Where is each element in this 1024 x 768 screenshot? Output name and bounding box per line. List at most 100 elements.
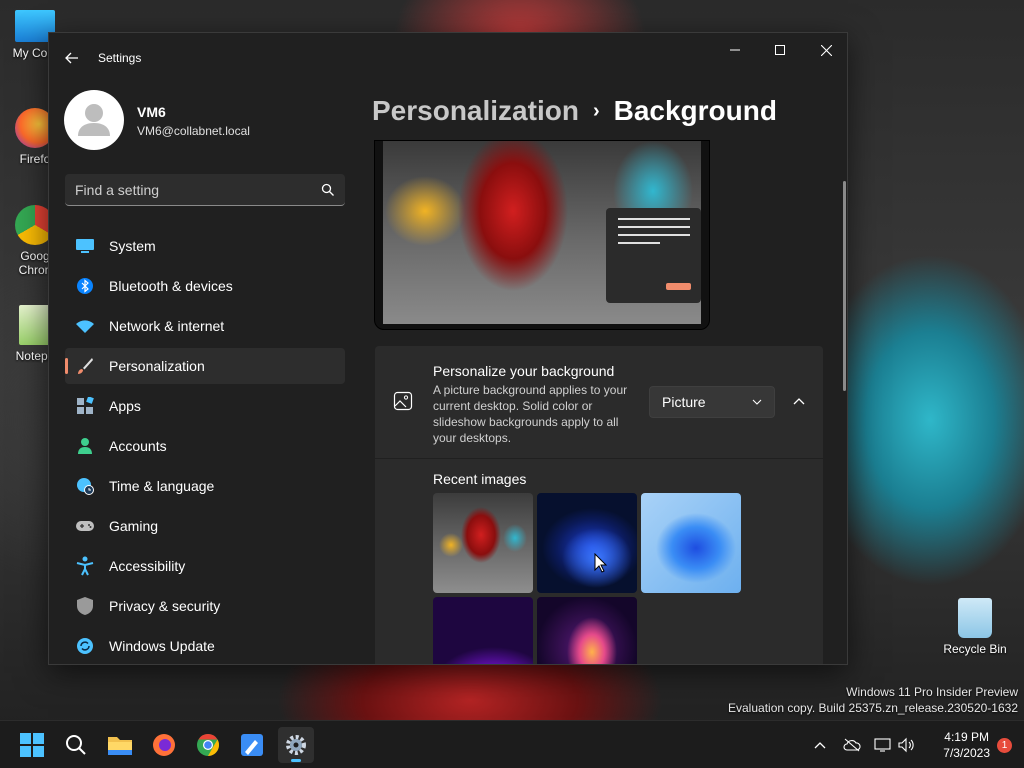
paint-icon bbox=[241, 734, 263, 756]
tray-overflow-button[interactable] bbox=[808, 721, 832, 768]
desktop-icon-recycle-bin[interactable]: Recycle Bin bbox=[940, 598, 1010, 656]
page-title: Background bbox=[613, 95, 777, 126]
bluetooth-icon bbox=[75, 276, 95, 296]
sidebar-item-time-language[interactable]: Time & language bbox=[65, 468, 345, 504]
sidebar-item-privacy-security[interactable]: Privacy & security bbox=[65, 588, 345, 624]
blue-bloom-light-image[interactable] bbox=[641, 493, 741, 593]
clock-time: 4:19 PM bbox=[944, 730, 989, 744]
breadcrumb-parent[interactable]: Personalization bbox=[372, 95, 579, 127]
taskbar-firefox[interactable] bbox=[146, 727, 182, 763]
sidebar-item-label: Apps bbox=[109, 398, 141, 414]
sidebar-item-label: Privacy & security bbox=[109, 598, 221, 614]
title-bar[interactable]: Settings bbox=[49, 33, 847, 81]
avatar bbox=[64, 90, 124, 150]
collapse-button[interactable] bbox=[787, 389, 811, 413]
chevron-down-icon bbox=[752, 399, 762, 405]
minimize-icon bbox=[730, 49, 740, 51]
blue-bloom-dark-image[interactable] bbox=[537, 493, 637, 593]
background-type-dropdown[interactable]: Picture bbox=[649, 386, 775, 418]
taskbar-search-button[interactable] bbox=[58, 727, 94, 763]
sidebar-item-label: Accounts bbox=[109, 438, 167, 454]
file-explorer-icon bbox=[108, 737, 132, 755]
recent-images-label: Recent images bbox=[433, 471, 527, 487]
watermark-line-1: Windows 11 Pro Insider Preview bbox=[846, 685, 1018, 699]
user-name: VM6 bbox=[137, 104, 166, 120]
sidebar-item-label: Personalization bbox=[109, 358, 205, 374]
accounts-icon bbox=[75, 436, 95, 456]
clock[interactable]: 4:19 PM 7/3/2023 bbox=[943, 729, 990, 761]
sidebar-item-windows-update[interactable]: Windows Update bbox=[65, 628, 345, 664]
accessibility-icon bbox=[75, 556, 95, 576]
sidebar-item-gaming[interactable]: Gaming bbox=[65, 508, 345, 544]
sidebar-item-system[interactable]: System bbox=[65, 228, 345, 264]
sidebar-item-label: Network & internet bbox=[109, 318, 225, 334]
taskbar-paint[interactable] bbox=[234, 727, 270, 763]
purple-gradient-image[interactable] bbox=[433, 597, 533, 664]
sidebar-nav: System Bluetooth & devices Network & int… bbox=[65, 228, 345, 664]
search-box[interactable] bbox=[65, 174, 345, 206]
close-icon bbox=[820, 44, 832, 56]
tray-volume[interactable] bbox=[896, 721, 918, 768]
sidebar-item-accessibility[interactable]: Accessibility bbox=[65, 548, 345, 584]
chevron-right-icon: › bbox=[592, 99, 600, 122]
notification-badge[interactable]: 1 bbox=[997, 738, 1012, 753]
network-icon bbox=[874, 738, 891, 752]
sidebar-item-accounts[interactable]: Accounts bbox=[65, 428, 345, 464]
brush-icon bbox=[75, 356, 95, 376]
app-title: Settings bbox=[98, 51, 142, 65]
chevron-up-icon bbox=[814, 741, 826, 748]
colorful-flower-image[interactable] bbox=[537, 597, 637, 664]
chevron-up-icon bbox=[793, 397, 805, 404]
tray-cloud-offline[interactable] bbox=[840, 721, 864, 768]
system-monitor-icon bbox=[75, 236, 95, 256]
taskbar-settings[interactable] bbox=[278, 727, 314, 763]
taskbar: 4:19 PM 7/3/2023 1 bbox=[0, 720, 1024, 768]
volume-icon bbox=[898, 737, 914, 753]
image-icon bbox=[393, 391, 413, 411]
user-profile[interactable]: VM6 VM6@collabnet.local bbox=[64, 90, 364, 152]
update-icon bbox=[75, 636, 95, 656]
taskbar-file-explorer[interactable] bbox=[102, 727, 138, 763]
back-button[interactable] bbox=[59, 45, 85, 71]
card-description: A picture background applies to your cur… bbox=[433, 383, 628, 445]
scrollbar[interactable] bbox=[843, 181, 846, 391]
sidebar-item-network[interactable]: Network & internet bbox=[65, 308, 345, 344]
search-icon bbox=[321, 183, 334, 196]
wifi-icon bbox=[75, 316, 95, 336]
sidebar-item-personalization[interactable]: Personalization bbox=[65, 348, 345, 384]
preview-window-mock bbox=[606, 208, 701, 303]
settings-window: Settings VM6 VM6@collabnet.local System bbox=[48, 32, 848, 665]
tray-network[interactable] bbox=[872, 721, 894, 768]
firefox-icon bbox=[153, 734, 175, 756]
taskbar-chrome[interactable] bbox=[190, 727, 226, 763]
user-email: VM6@collabnet.local bbox=[137, 124, 250, 138]
settings-icon bbox=[286, 735, 306, 755]
person-icon bbox=[78, 104, 110, 136]
personalize-background-card[interactable]: Personalize your background A picture ba… bbox=[375, 346, 823, 458]
search-input[interactable] bbox=[75, 181, 321, 198]
maximize-icon bbox=[775, 45, 785, 55]
sidebar-item-apps[interactable]: Apps bbox=[65, 388, 345, 424]
notepad-icon bbox=[19, 305, 51, 345]
gamepad-icon bbox=[75, 516, 95, 536]
chrome-icon bbox=[197, 734, 219, 756]
sidebar-item-label: Gaming bbox=[109, 518, 159, 534]
clock-date: 7/3/2023 bbox=[943, 746, 990, 760]
evaluation-watermark: Windows 11 Pro Insider Preview Evaluatio… bbox=[728, 684, 1018, 716]
start-icon bbox=[20, 733, 44, 757]
recycle-bin-icon bbox=[958, 598, 992, 638]
back-arrow-icon bbox=[65, 52, 78, 64]
card-title: Personalize your background bbox=[433, 363, 615, 379]
sidebar-item-label: Bluetooth & devices bbox=[109, 278, 233, 294]
cloud-offline-icon bbox=[843, 738, 861, 752]
sidebar-item-bluetooth[interactable]: Bluetooth & devices bbox=[65, 268, 345, 304]
start-button[interactable] bbox=[14, 727, 50, 763]
minimize-button[interactable] bbox=[712, 33, 758, 67]
globe-clock-icon bbox=[75, 476, 95, 496]
preview-wallpaper-image bbox=[383, 141, 701, 324]
maximize-button[interactable] bbox=[757, 33, 803, 67]
red-character-image[interactable] bbox=[433, 493, 533, 593]
desktop-icon-label: Recycle Bin bbox=[943, 642, 1007, 656]
mouse-cursor-icon bbox=[594, 553, 608, 573]
close-button[interactable] bbox=[803, 33, 847, 67]
